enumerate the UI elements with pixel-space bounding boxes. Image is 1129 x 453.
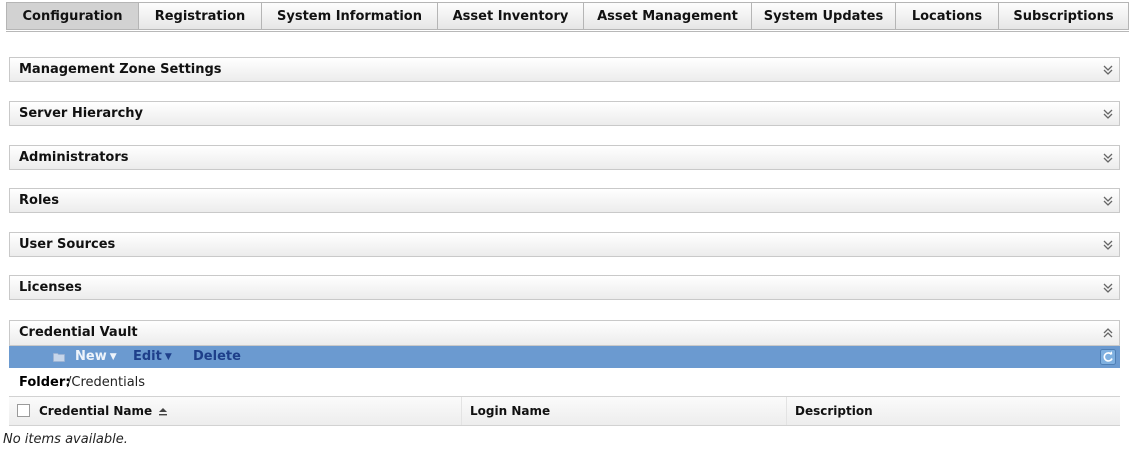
tab-configuration[interactable]: Configuration (6, 2, 139, 30)
column-login-name[interactable]: Login Name (470, 397, 550, 425)
edit-label: Edit (133, 349, 162, 364)
folder-breadcrumb: Folder: /Credentials (9, 368, 1120, 397)
column-credential-name[interactable]: Credential Name (39, 397, 168, 425)
select-all-checkbox[interactable] (17, 404, 30, 417)
refresh-icon[interactable] (1100, 349, 1116, 365)
column-divider (461, 397, 462, 425)
expand-icon[interactable] (1102, 151, 1114, 165)
panel-management-zone-settings: Management Zone Settings (9, 57, 1120, 82)
tab-asset-inventory[interactable]: Asset Inventory (438, 2, 584, 30)
credential-toolbar: New ▼ Edit ▼ Delete (9, 346, 1120, 368)
panel-title: Management Zone Settings (19, 62, 222, 77)
panel-title: Roles (19, 193, 59, 208)
panel-header[interactable]: Roles (9, 188, 1120, 213)
empty-message: No items available. (3, 432, 128, 447)
main-tab-bar: Configuration Registration System Inform… (6, 2, 1129, 32)
panel-licenses: Licenses (9, 275, 1120, 300)
panel-header[interactable]: User Sources (9, 232, 1120, 257)
folder-label: Folder: (19, 375, 71, 390)
panel-title: User Sources (19, 237, 116, 252)
panel-title: Administrators (19, 150, 129, 165)
expand-icon[interactable] (1102, 107, 1114, 121)
expand-icon[interactable] (1102, 238, 1114, 252)
chevron-down-icon: ▼ (109, 352, 117, 362)
panel-administrators: Administrators (9, 145, 1120, 170)
edit-menu-button[interactable]: Edit ▼ (133, 346, 172, 369)
tab-registration[interactable]: Registration (139, 2, 262, 30)
tab-asset-management[interactable]: Asset Management (584, 2, 752, 30)
expand-icon[interactable] (1102, 281, 1114, 295)
panel-header[interactable]: Management Zone Settings (9, 57, 1120, 82)
collapse-icon[interactable] (1102, 326, 1114, 340)
sort-ascending-icon (159, 408, 168, 416)
column-description[interactable]: Description (795, 397, 873, 425)
panel-title: Licenses (19, 280, 82, 295)
panel-roles: Roles (9, 188, 1120, 213)
new-menu-button[interactable]: New ▼ (75, 346, 117, 369)
panel-header[interactable]: Credential Vault (9, 320, 1120, 346)
column-label: Credential Name (39, 404, 153, 418)
empty-table-row: No items available. (3, 426, 1120, 453)
credential-table-header: Credential Name Login Name Description (9, 397, 1120, 426)
panel-title: Server Hierarchy (19, 106, 144, 121)
panel-title: Credential Vault (19, 325, 138, 340)
folder-path[interactable]: /Credentials (67, 368, 145, 397)
tab-system-updates[interactable]: System Updates (752, 2, 896, 30)
delete-button[interactable]: Delete (193, 346, 241, 368)
expand-icon[interactable] (1102, 194, 1114, 208)
column-divider (786, 397, 787, 425)
panel-header[interactable]: Administrators (9, 145, 1120, 170)
expand-icon[interactable] (1102, 63, 1114, 77)
folder-icon (53, 353, 65, 362)
panel-user-sources: User Sources (9, 232, 1120, 257)
panel-server-hierarchy: Server Hierarchy (9, 101, 1120, 126)
panel-credential-vault: Credential Vault (9, 320, 1120, 346)
tab-system-information[interactable]: System Information (262, 2, 438, 30)
new-label: New (75, 349, 107, 364)
panel-header[interactable]: Server Hierarchy (9, 101, 1120, 126)
tab-locations[interactable]: Locations (896, 2, 999, 30)
tab-subscriptions[interactable]: Subscriptions (999, 2, 1129, 30)
panel-header[interactable]: Licenses (9, 275, 1120, 300)
chevron-down-icon: ▼ (164, 352, 172, 362)
